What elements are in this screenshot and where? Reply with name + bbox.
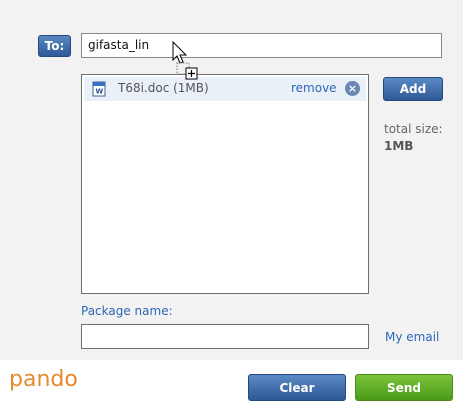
package-name-input[interactable] bbox=[81, 324, 369, 349]
recipient-input[interactable]: gifasta_lin bbox=[81, 33, 442, 58]
drag-cursor-icon bbox=[171, 40, 205, 87]
attachment-row[interactable]: W T68i.doc (1MB) remove × bbox=[84, 77, 366, 101]
svg-text:W: W bbox=[96, 88, 104, 96]
remove-icon[interactable]: × bbox=[345, 81, 360, 96]
total-size-label: total size: bbox=[384, 122, 443, 136]
send-button[interactable]: Send bbox=[355, 374, 453, 401]
package-name-label: Package name: bbox=[81, 304, 173, 318]
word-document-icon: W bbox=[92, 81, 106, 97]
attachment-list[interactable]: W T68i.doc (1MB) remove × bbox=[81, 74, 369, 294]
total-size-value: 1MB bbox=[384, 139, 414, 153]
my-email-link[interactable]: My email bbox=[385, 330, 439, 344]
to-label: To: bbox=[38, 35, 71, 57]
pando-logo: pando bbox=[9, 367, 78, 392]
add-button[interactable]: Add bbox=[383, 77, 443, 101]
clear-button[interactable]: Clear bbox=[248, 374, 346, 401]
remove-link[interactable]: remove bbox=[291, 81, 337, 95]
